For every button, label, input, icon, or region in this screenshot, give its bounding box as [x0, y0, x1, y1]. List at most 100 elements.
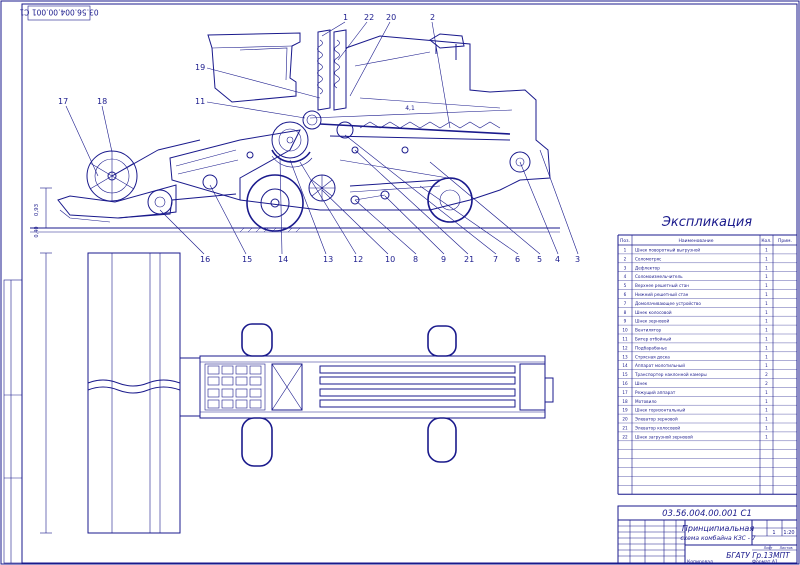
explication-section: Экспликация Поз. Наименование Кол. Прим. 1 Шн…: [617, 215, 798, 495]
table-cell-pos: 11: [622, 337, 628, 342]
table-cell-name: Соломотряс: [635, 256, 662, 261]
table-cell-name: Домолачивающее устройство: [635, 301, 701, 306]
table-cell-qty: 1: [765, 248, 768, 253]
callout-12: 12: [353, 255, 363, 264]
table-cell-qty: 1: [765, 345, 768, 350]
table-cell-qty: 1: [765, 426, 768, 431]
header-name: Наименование: [679, 238, 714, 244]
rotated-code-stamp: 03.56.004.00.001 С1: [19, 5, 99, 21]
table-cell-pos: 9: [624, 319, 627, 324]
table-cell-name: Шнек колосовой: [635, 310, 672, 315]
table-cell-name: Транспортер наклонной камеры: [634, 372, 707, 377]
organization: БГАТУ Гр.13МПТ: [726, 551, 791, 560]
table-cell-name: Соломоизмельчитель: [635, 274, 683, 279]
table-cell-name: Режущий аппарат: [635, 390, 676, 395]
table-cell-pos: 3: [624, 265, 627, 270]
table-cell-pos: 10: [622, 328, 628, 333]
table-cell-name: Подбарабанье: [635, 345, 667, 350]
sheet-label: Лист: [764, 546, 773, 550]
table-cell-pos: 13: [622, 354, 628, 359]
callout-17: 17: [58, 97, 68, 106]
table-cell-name: Элеватор зерновой: [635, 417, 678, 422]
callout-7: 7: [493, 255, 498, 264]
table-cell-qty: 1: [765, 337, 768, 342]
table-cell-pos: 2: [624, 256, 627, 261]
table-cell-name: Аппарат молотильный: [635, 363, 685, 368]
callout-9: 9: [441, 255, 446, 264]
table-cell-qty: 1: [765, 256, 768, 261]
callout-6: 6: [515, 255, 520, 264]
table-cell-name: Шнек загрузной зерновой: [635, 434, 693, 439]
table-cell-name: Шнек поворотный выгрузной: [635, 248, 700, 253]
dimension-height: 0,93: [34, 203, 40, 216]
table-cell-qty: 1: [765, 354, 768, 359]
table-cell-name: Мотовило: [635, 399, 657, 404]
table-cell-pos: 14: [622, 363, 628, 368]
table-cell-qty: 1: [765, 310, 768, 315]
sheets-label: Листов: [779, 546, 792, 550]
table-cell-qty: 2: [765, 372, 768, 377]
table-cell-pos: 7: [624, 301, 627, 306]
callout-4: 4: [555, 255, 560, 264]
table-cell-qty: 1: [765, 408, 768, 413]
table-cell-pos: 1: [624, 248, 627, 253]
table-cell-qty: 1: [765, 363, 768, 368]
note-format: Формат А1: [752, 559, 778, 565]
dimension-height-2: 0,40: [34, 226, 40, 237]
callout-2: 2: [430, 13, 435, 22]
callouts: 1 22 20 2 19 11 17 18 16 15 14 13 12 10 …: [58, 13, 580, 264]
doc-number: 03.56.004.00.001 С1: [662, 509, 752, 519]
drawing-title-1: Принципиальная: [682, 524, 754, 533]
combine-plan-view: [40, 252, 554, 534]
callout-22: 22: [364, 13, 374, 22]
table-cell-qty: 1: [765, 274, 768, 279]
table-cell-pos: 20: [622, 417, 628, 422]
table-cell-pos: 6: [624, 292, 627, 297]
table-cell-pos: 19: [622, 408, 628, 413]
technical-drawing-sheet: 03.56.004.00.001 С1 4,1 0,93 0,40 1 22 2…: [0, 0, 800, 565]
table-cell-pos: 22: [622, 434, 628, 439]
table-cell-name: Дефлектор: [635, 265, 660, 270]
rear-steering-wheel: [427, 177, 473, 223]
callout-18: 18: [97, 97, 107, 106]
table-cell-qty: 1: [765, 265, 768, 270]
drawing-title-2: схема комбайна КЗС - 7: [680, 535, 756, 542]
callout-10: 10: [385, 255, 395, 264]
table-cell-qty: 1: [765, 328, 768, 333]
table-cell-qty: 1: [765, 390, 768, 395]
table-cell-pos: 16: [622, 381, 628, 386]
sheet-value: 1: [772, 530, 775, 536]
table-cell-pos: 8: [624, 310, 627, 315]
table-cell-pos: 15: [622, 372, 628, 377]
table-cell-qty: 2: [765, 381, 768, 386]
callout-19: 19: [195, 63, 205, 72]
table-cell-name: Битер отбойный: [635, 337, 672, 342]
table-cell-name: Шнек горизонтальный: [635, 408, 686, 413]
callout-13: 13: [323, 255, 333, 264]
table-cell-name: Нижний решетный стан: [635, 292, 689, 297]
table-cell-qty: 1: [765, 434, 768, 439]
table-cell-pos: 18: [622, 399, 628, 404]
table-cell-name: Верхнее решетный стан: [635, 283, 689, 288]
threshing-drum: [271, 121, 309, 159]
table-cell-qty: 1: [765, 301, 768, 306]
body-plan: [199, 355, 546, 419]
callout-14: 14: [278, 255, 288, 264]
callout-16: 16: [200, 255, 210, 264]
explication-table: Поз. Наименование Кол. Прим. 1 Шнек поворотны…: [617, 234, 798, 495]
callout-20: 20: [386, 13, 396, 22]
table-cell-qty: 1: [765, 399, 768, 404]
callout-8: 8: [413, 255, 418, 264]
table-cell-name: Стрясная доска: [635, 354, 670, 359]
callout-11: 11: [195, 97, 205, 106]
callout-3: 3: [575, 255, 580, 264]
table-cell-qty: 1: [765, 319, 768, 324]
table-cell-name: Вентилятор: [635, 328, 662, 333]
scale-value: 1:20: [783, 530, 794, 536]
beater: [302, 110, 322, 130]
table-cell-pos: 4: [624, 274, 627, 279]
table-cell-name: Шнек зерновой: [635, 319, 669, 324]
header-qty: Кол.: [761, 238, 771, 244]
callout-1: 1: [343, 13, 348, 22]
callout-5: 5: [537, 255, 542, 264]
